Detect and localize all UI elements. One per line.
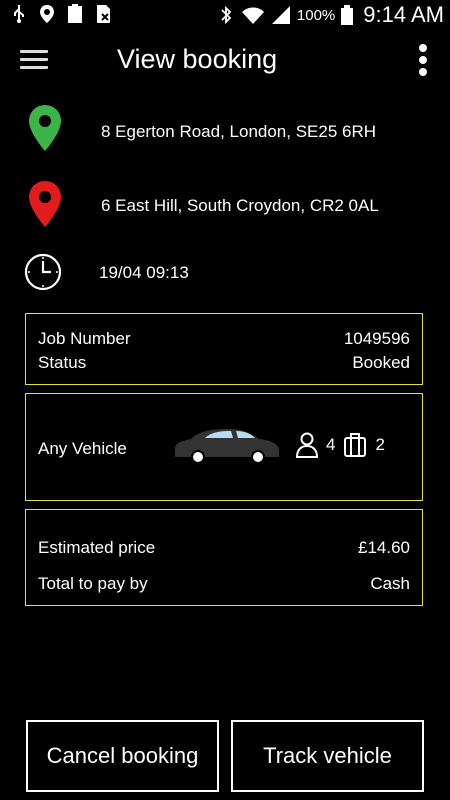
page-title: View booking (117, 44, 278, 74)
pay-by-row: Total to pay by Cash (38, 574, 410, 594)
clock-time: 9:14 AM (363, 2, 444, 27)
battery-icon (341, 5, 354, 25)
estimated-price-label: Estimated price (38, 538, 156, 557)
pay-by-value: Cash (370, 574, 410, 593)
clock-icon (24, 253, 62, 291)
pay-by-label: Total to pay by (38, 574, 148, 593)
luggage-count: 2 (375, 435, 385, 454)
battery-100-icon (68, 4, 82, 23)
vehicle-type: Any Vehicle (38, 439, 127, 458)
app-bar: View booking (0, 32, 450, 90)
track-vehicle-button[interactable]: Track vehicle (231, 720, 424, 792)
pickup-address: 8 Egerton Road, London, SE25 6RH (101, 122, 377, 141)
estimated-price-row: Estimated price £14.60 (38, 538, 410, 558)
status-value: Booked (352, 353, 410, 372)
dropoff-address: 6 East Hill, South Croydon, CR2 0AL (101, 196, 379, 215)
location-icon (40, 5, 54, 23)
vehicle-card: Any Vehicle 4 2 (25, 393, 423, 501)
booking-datetime: 19/04 09:13 (99, 263, 189, 282)
passenger-icon (296, 432, 318, 458)
job-number-row: Job Number 1049596 (38, 329, 410, 349)
status-label: Status (38, 353, 87, 372)
job-number-label: Job Number (38, 329, 131, 348)
cancel-booking-button[interactable]: Cancel booking (26, 720, 219, 792)
usb-icon (14, 5, 24, 23)
battery-percent: 100% (296, 6, 336, 24)
wifi-icon (241, 7, 264, 24)
job-info-card: Job Number 1049596 Status Booked (25, 313, 423, 385)
signal-icon (271, 6, 290, 24)
payment-card: Estimated price £14.60 Total to pay by C… (25, 509, 423, 606)
passenger-count: 4 (326, 435, 336, 454)
hamburger-menu-icon[interactable] (20, 50, 48, 74)
job-number-value: 1049596 (343, 329, 410, 348)
estimated-price-value: £14.60 (358, 538, 410, 557)
dropoff-pin-icon (29, 181, 61, 227)
status-row: Status Booked (38, 353, 410, 373)
car-icon (175, 429, 279, 464)
more-vert-icon[interactable] (416, 44, 430, 78)
pickup-pin-icon (29, 105, 61, 151)
bluetooth-icon (221, 5, 232, 25)
status-bar: 100% 9:14 AM (0, 0, 450, 30)
luggage-icon (344, 433, 367, 457)
capacity-info: 4 2 (296, 432, 385, 458)
sim-icon (97, 5, 110, 23)
